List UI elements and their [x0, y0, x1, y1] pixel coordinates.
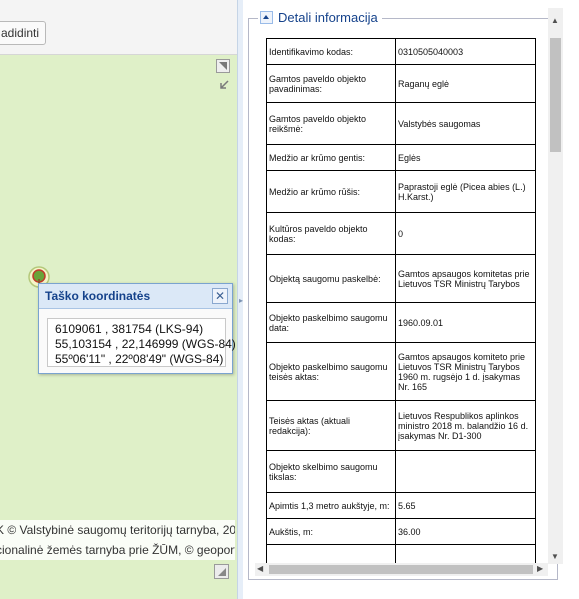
attribute-name: [266, 544, 396, 564]
attributes-scroll-area[interactable]: Identifikavimo kodas: 0310505040003 Gamtos…: [266, 38, 560, 564]
scroll-down-icon[interactable]: ▼: [551, 552, 559, 561]
attribute-value: [395, 450, 536, 493]
map-layer-toggle-icon[interactable]: [216, 59, 230, 73]
details-panel: Detali informacija Identifikavimo kodas:…: [243, 0, 579, 599]
enlarge-button[interactable]: adidinti: [0, 21, 47, 45]
table-row: Kultūros paveldo objekto kodas: 0: [266, 212, 536, 255]
popup-header: Taško koordinatės ✕: [39, 284, 232, 309]
popup-title: Taško koordinatės: [45, 289, 151, 303]
attribute-value: [395, 544, 536, 564]
resize-icon[interactable]: [214, 564, 229, 579]
collapse-arrow-icon[interactable]: [218, 78, 230, 90]
table-row: Teisės aktas (aktuali redakcija): Lietuvo…: [266, 400, 536, 451]
scroll-up-icon[interactable]: ▲: [551, 16, 559, 25]
attribute-name: Gamtos paveldo objekto reikšmė:: [266, 102, 396, 145]
map-attribution: K © Valstybinė saugomų teritorijų tarnyb…: [0, 520, 235, 560]
attribution-line: K © Valstybinė saugomų teritorijų tarnyb…: [0, 523, 235, 537]
attribute-value: 0: [395, 212, 536, 255]
attribute-name: Medžio ar krūmo rūšis:: [266, 170, 396, 213]
attribute-name: Objektą saugomu paskelbė:: [266, 254, 396, 303]
attribute-value: Lietuvos Respublikos aplinkos ministro 2…: [395, 400, 536, 451]
attribute-name: Objekto paskelbimo saugomu teisės aktas:: [266, 342, 396, 401]
details-legend: Detali informacija: [258, 10, 382, 25]
coordinates-box: 6109061 , 381754 (LKS-94) 55,103154 , 22…: [47, 318, 236, 367]
table-row: Objekto paskelbimo saugomu data: 1960.09.…: [266, 302, 536, 343]
attribute-name: Apimtis 1,3 metro aukštyje, m:: [266, 492, 396, 519]
attribute-name: Gamtos paveldo objekto pavadinimas:: [266, 64, 396, 103]
attribute-value: Raganų eglė: [395, 64, 536, 103]
coordinate-wgs84-dms: 55º06'11" , 22º08'49" (WGS-84): [55, 352, 224, 366]
vertical-scrollbar[interactable]: ▲ ▼: [548, 8, 563, 564]
map-panel[interactable]: adidinti Taško koordinatės ✕ 6109061 , 3…: [0, 0, 237, 599]
attribute-name: Objekto paskelbimo saugomu data:: [266, 302, 396, 343]
scroll-left-icon[interactable]: ◀: [257, 564, 263, 573]
attribute-name: Objekto skelbimo saugomu tikslas:: [266, 450, 396, 493]
attribute-name: Kultūros paveldo objekto kodas:: [266, 212, 396, 255]
table-row: Gamtos paveldo objekto pavadinimas: Ragan…: [266, 64, 536, 103]
table-row: Identifikavimo kodas: 0310505040003: [266, 38, 536, 65]
coordinate-lks94: 6109061 , 381754 (LKS-94): [55, 322, 204, 336]
attribute-value: Gamtos apsaugos komitetas prie Lietuvos …: [395, 254, 536, 303]
attribute-name: Medžio ar krūmo gentis:: [266, 144, 396, 171]
attribute-value: Eglės: [395, 144, 536, 171]
close-icon[interactable]: ✕: [212, 288, 228, 304]
attribute-value: Valstybės saugomas: [395, 102, 536, 145]
table-row: Medžio ar krūmo rūšis: Paprastoji eglė (P…: [266, 170, 536, 213]
attribute-name: Aukštis, m:: [266, 518, 396, 545]
coordinates-popup: Taško koordinatės ✕ 6109061 , 381754 (LK…: [38, 283, 236, 374]
attribute-value: 1960.09.01: [395, 302, 536, 343]
horizontal-scrollbar[interactable]: ◀ ▶: [255, 563, 548, 576]
attribution-line: cionalinė žemės tarnyba prie ŽŪM, © geop…: [0, 543, 235, 557]
attribute-value: 36.00: [395, 518, 536, 545]
map-toolbar: adidinti: [0, 0, 237, 55]
coordinate-wgs84-decimal: 55,103154 , 22,146999 (WGS-84): [55, 337, 236, 351]
scroll-right-icon[interactable]: ▶: [537, 564, 543, 573]
details-title: Detali informacija: [278, 10, 378, 25]
attribute-name: Identifikavimo kodas:: [266, 38, 396, 65]
collapse-toggle-icon[interactable]: [260, 11, 273, 24]
table-row: Gamtos paveldo objekto reikšmė: Valstybės…: [266, 102, 536, 145]
table-row: Objekto paskelbimo saugomu teisės aktas:…: [266, 342, 536, 401]
table-row: [266, 544, 536, 564]
attributes-table: Identifikavimo kodas: 0310505040003 Gamtos…: [266, 38, 536, 564]
attribute-name: Teisės aktas (aktuali redakcija):: [266, 400, 396, 451]
attribute-value: 0310505040003: [395, 38, 536, 65]
table-row: Objekto skelbimo saugomu tikslas:: [266, 450, 536, 493]
table-row: Apimtis 1,3 metro aukštyje, m: 5.65: [266, 492, 536, 519]
table-row: Aukštis, m: 36.00: [266, 518, 536, 545]
attribute-value: Gamtos apsaugos komiteto prie Lietuvos T…: [395, 342, 536, 401]
table-row: Medžio ar krūmo gentis: Eglės: [266, 144, 536, 171]
attribute-value: 5.65: [395, 492, 536, 519]
horizontal-scroll-thumb[interactable]: [269, 565, 533, 574]
vertical-scroll-thumb[interactable]: [550, 38, 561, 152]
attribute-value: Paprastoji eglė (Picea abies (L.) H.Kars…: [395, 170, 536, 213]
table-row: Objektą saugomu paskelbė: Gamtos apsaugos…: [266, 254, 536, 303]
